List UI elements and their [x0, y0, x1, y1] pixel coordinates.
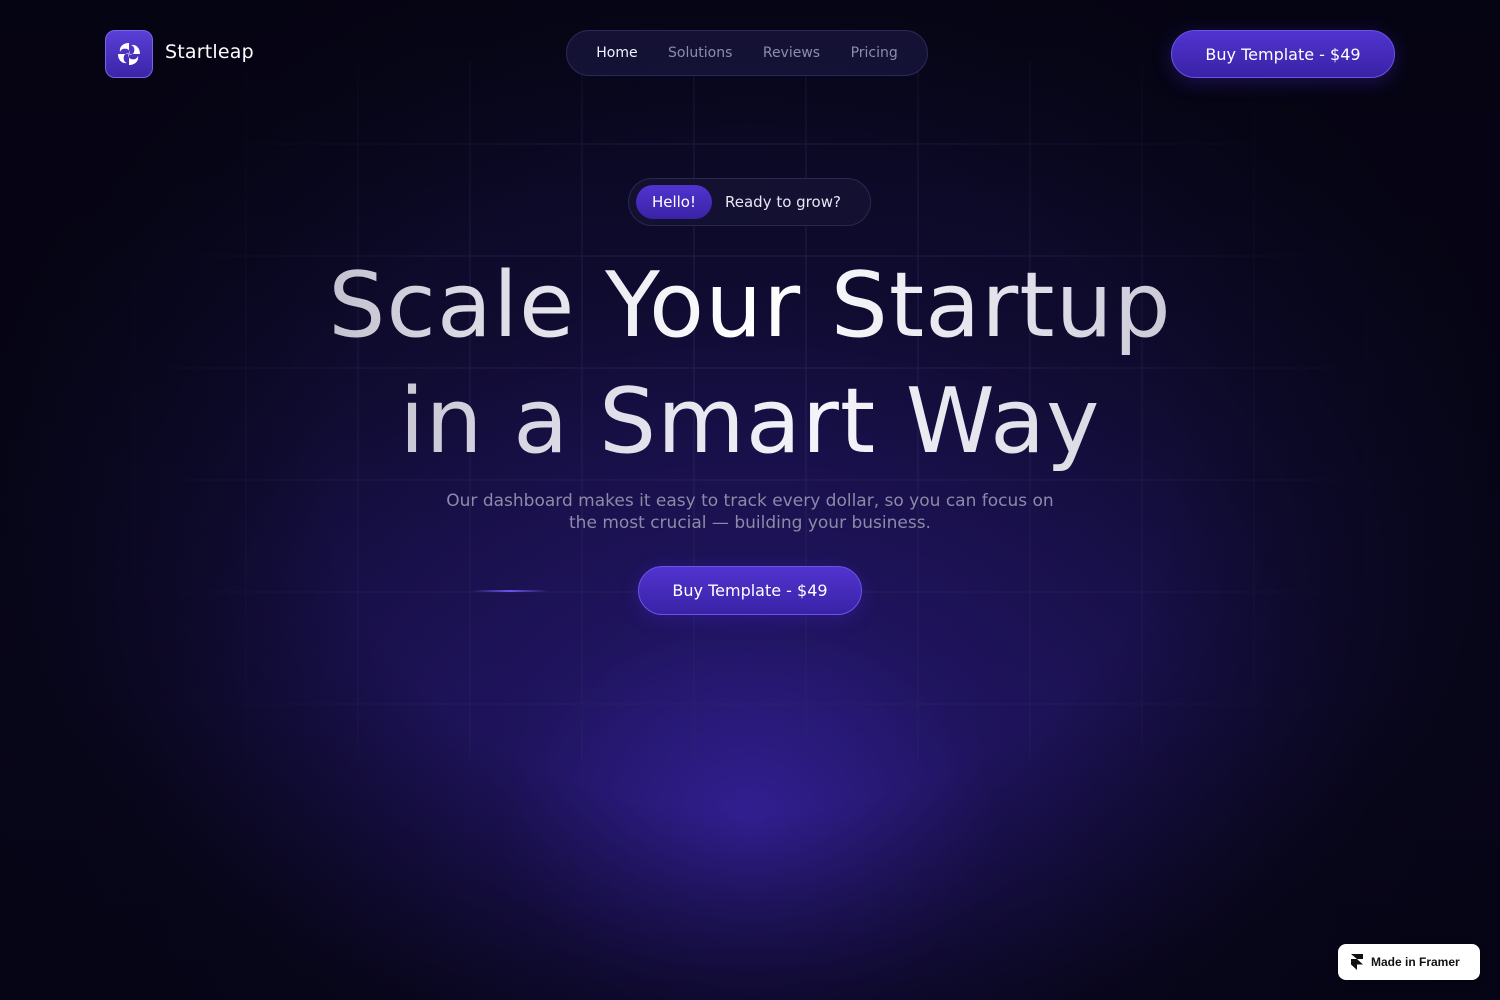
buy-template-hero-button[interactable]: Buy Template - $49 — [638, 566, 862, 615]
nav-item-pricing[interactable]: Pricing — [851, 45, 898, 61]
made-in-framer-badge[interactable]: Made in Framer — [1338, 944, 1480, 980]
nav-item-reviews[interactable]: Reviews — [763, 45, 820, 61]
decorative-accent-line — [472, 590, 548, 592]
main-nav: Home Solutions Reviews Pricing — [566, 30, 928, 76]
nav-item-solutions[interactable]: Solutions — [668, 45, 732, 61]
subtitle-line-1: Our dashboard makes it easy to track eve… — [446, 491, 1054, 511]
logo[interactable] — [105, 30, 153, 78]
framer-badge-label: Made in Framer — [1371, 955, 1460, 969]
buy-template-header-button[interactable]: Buy Template - $49 — [1171, 30, 1395, 78]
hello-badge: Hello! — [636, 185, 712, 219]
brand-name[interactable]: Startleap — [165, 41, 254, 63]
hero-subtitle: Our dashboard makes it easy to track eve… — [400, 490, 1100, 534]
headline-line-2: in a Smart Way — [0, 364, 1500, 480]
framer-icon — [1351, 954, 1363, 970]
swirl-logo-icon — [118, 43, 140, 65]
nav-item-home[interactable]: Home — [596, 45, 637, 61]
announcement-pill: Hello! Ready to grow? — [628, 178, 871, 226]
landing-page: Startleap Home Solutions Reviews Pricing… — [0, 0, 1500, 1000]
hero-headline: Scale Your Startup in a Smart Way — [0, 248, 1500, 480]
headline-line-1: Scale Your Startup — [0, 248, 1500, 364]
subtitle-line-2: the most crucial — building your busines… — [569, 513, 931, 533]
announcement-text: Ready to grow? — [725, 193, 841, 211]
